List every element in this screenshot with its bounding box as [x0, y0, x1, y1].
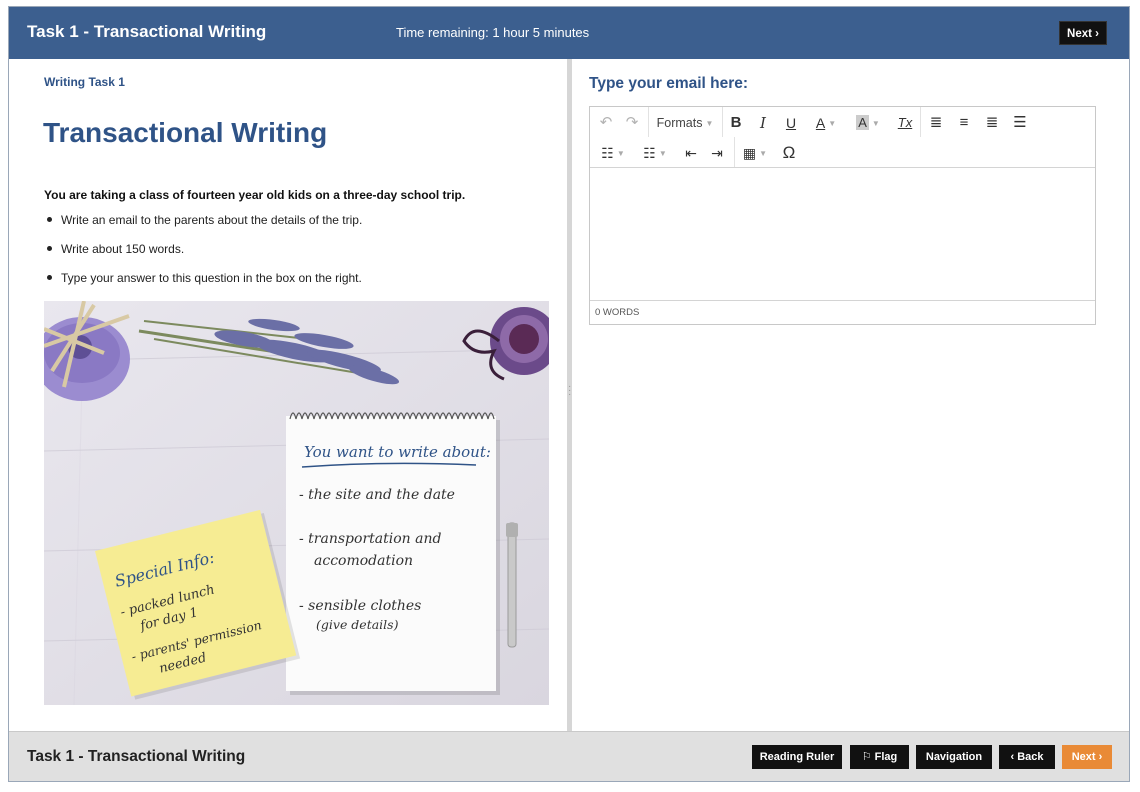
italic-button[interactable]: I: [753, 112, 773, 134]
font-color-button[interactable]: A ▼: [808, 112, 844, 134]
notepad-heading: You want to write about:: [304, 443, 491, 461]
background-color-button[interactable]: A ▼: [850, 112, 886, 134]
notepad: You want to write about: - the site and …: [286, 412, 500, 695]
email-text-area[interactable]: [590, 168, 1095, 300]
answer-pane: Type your email here: ↶ ↷ Formats ▼ B I U…: [572, 59, 1129, 731]
rich-text-editor: ↶ ↷ Formats ▼ B I U A ▼ A ▼ Tx ≣ ≡ ≣ ☰ ☷…: [589, 106, 1096, 325]
outdent-icon[interactable]: ⇤: [680, 142, 702, 164]
flag-button[interactable]: ⚐ Flag: [850, 745, 909, 769]
word-count: 0 WORDS: [590, 300, 1095, 324]
special-character-button[interactable]: Ω: [778, 142, 800, 164]
reading-ruler-button[interactable]: Reading Ruler: [752, 745, 842, 769]
splitter-grip[interactable]: · · ·: [568, 382, 571, 400]
exam-window: Task 1 - Transactional Writing Time rema…: [8, 6, 1130, 782]
clear-formatting-button[interactable]: Tx: [894, 112, 916, 134]
align-left-icon[interactable]: ≣: [924, 112, 948, 134]
align-justify-icon[interactable]: ☰: [1008, 112, 1032, 134]
instruction-item: Write an email to the parents about the …: [44, 211, 362, 240]
time-remaining: Time remaining: 1 hour 5 minutes: [396, 25, 590, 40]
table-icon[interactable]: ▦ ▼: [738, 142, 772, 164]
underline-button[interactable]: U: [781, 112, 801, 134]
flag-icon: ⚐: [861, 751, 872, 763]
numbered-list-icon[interactable]: ☷ ▼: [638, 142, 672, 164]
notepad-item: accomodation: [314, 553, 413, 569]
top-next-button[interactable]: Next ›: [1059, 21, 1107, 45]
footer-task-title: Task 1 - Transactional Writing: [27, 748, 246, 765]
notepad-item: - sensible clothes: [299, 598, 421, 614]
task-subheading: Writing Task 1: [44, 75, 125, 89]
notepad-item: - the site and the date: [299, 487, 455, 503]
redo-icon[interactable]: ↷: [622, 112, 642, 134]
flag-label: Flag: [874, 751, 898, 763]
align-center-icon[interactable]: ≡: [952, 112, 976, 134]
undo-icon[interactable]: ↶: [596, 112, 616, 134]
instruction-item: Write about 150 words.: [44, 240, 362, 269]
formats-dropdown[interactable]: Formats ▼: [652, 112, 718, 134]
notepad-item: (give details): [316, 617, 399, 632]
bullet-list-icon[interactable]: ☷ ▼: [596, 142, 630, 164]
pen: [506, 522, 518, 648]
instruction-list: Write an email to the parents about the …: [44, 211, 362, 298]
bold-button[interactable]: B: [726, 112, 746, 134]
align-right-icon[interactable]: ≣: [980, 112, 1004, 134]
indent-icon[interactable]: ⇥: [706, 142, 728, 164]
question-title: Transactional Writing: [43, 117, 328, 148]
answer-label: Type your email here:: [589, 75, 749, 92]
bottom-bar: Task 1 - Transactional Writing Reading R…: [9, 731, 1129, 781]
question-intro: You are taking a class of fourteen year …: [44, 188, 466, 202]
back-button[interactable]: ‹ Back: [999, 745, 1055, 769]
top-header: Task 1 - Transactional Writing Time rema…: [9, 7, 1129, 59]
editor-toolbar: ↶ ↷ Formats ▼ B I U A ▼ A ▼ Tx ≣ ≡ ≣ ☰ ☷…: [590, 107, 1095, 168]
instruction-item: Type your answer to this question in the…: [44, 269, 362, 298]
task-illustration: You want to write about: - the site and …: [44, 301, 549, 705]
task-title: Task 1 - Transactional Writing: [27, 22, 267, 41]
question-pane: Writing Task 1 Transactional Writing You…: [9, 59, 567, 731]
bottom-next-button[interactable]: Next ›: [1062, 745, 1112, 769]
navigation-button[interactable]: Navigation: [916, 745, 992, 769]
notepad-item: - transportation and: [299, 531, 441, 547]
